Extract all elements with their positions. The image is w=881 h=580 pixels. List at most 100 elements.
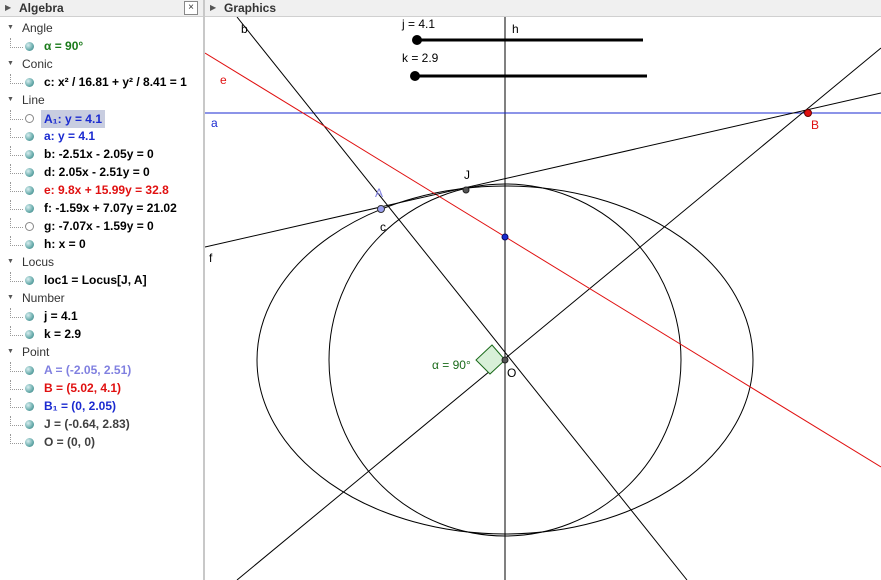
line-d[interactable]	[236, 47, 881, 580]
algebra-item[interactable]: h: x = 0	[0, 236, 203, 254]
algebra-item[interactable]: d: 2.05x - 2.51y = 0	[0, 164, 203, 182]
visibility-toggle-icon[interactable]	[25, 168, 34, 177]
algebra-item-text[interactable]: J = (-0.64, 2.83)	[44, 417, 130, 431]
algebra-item[interactable]: a: y = 4.1	[0, 128, 203, 146]
group-conic[interactable]: ▼ Conic	[0, 56, 203, 74]
group-point[interactable]: ▼ Point	[0, 344, 203, 362]
label-h: h	[512, 22, 519, 36]
tree-connector	[10, 128, 23, 138]
visibility-toggle-icon[interactable]	[25, 384, 34, 393]
line-f[interactable]	[205, 92, 881, 248]
algebra-item[interactable]: c: x² / 16.81 + y² / 8.41 = 1	[0, 74, 203, 92]
tree-connector	[10, 380, 23, 390]
algebra-item-text[interactable]: e: 9.8x + 15.99y = 32.8	[44, 183, 169, 197]
point-A[interactable]	[377, 205, 385, 213]
slider-j-knob[interactable]	[412, 35, 422, 45]
point-B1[interactable]	[501, 233, 509, 241]
visibility-toggle-icon[interactable]	[25, 402, 34, 411]
group-number[interactable]: ▼ Number	[0, 290, 203, 308]
visibility-toggle-icon[interactable]	[25, 132, 34, 141]
tree-connector	[10, 362, 23, 372]
visibility-toggle-icon[interactable]	[25, 438, 34, 447]
algebra-item[interactable]: α = 90°	[0, 38, 203, 56]
algebra-item-text[interactable]: O = (0, 0)	[44, 435, 95, 449]
algebra-item[interactable]: e: 9.8x + 15.99y = 32.8	[0, 182, 203, 200]
algebra-item[interactable]: k = 2.9	[0, 326, 203, 344]
graphics-view[interactable]: ▶ Graphics j = 4.1 k = 2.9 b h e a B A J…	[205, 0, 881, 580]
algebra-item[interactable]: J = (-0.64, 2.83)	[0, 416, 203, 434]
algebra-item-text[interactable]: B₁ = (0, 2.05)	[44, 399, 116, 413]
algebra-item-text[interactable]: c: x² / 16.81 + y² / 8.41 = 1	[44, 75, 187, 89]
expand-triangle-icon[interactable]: ▼	[7, 348, 14, 355]
visibility-toggle-icon[interactable]	[25, 150, 34, 159]
algebra-item-text[interactable]: g: -7.07x - 1.59y = 0	[44, 219, 154, 233]
line-b[interactable]	[236, 17, 688, 580]
algebra-item-text[interactable]: A₁: y = 4.1	[41, 110, 105, 128]
algebra-item-text[interactable]: h: x = 0	[44, 237, 86, 251]
algebra-item[interactable]: O = (0, 0)	[0, 434, 203, 452]
label-B: B	[811, 118, 819, 132]
visibility-toggle-icon[interactable]	[25, 420, 34, 429]
right-angle-marker[interactable]	[475, 344, 506, 375]
visibility-toggle-icon[interactable]	[25, 240, 34, 249]
tree-connector	[10, 110, 23, 120]
group-angle[interactable]: ▼ Angle	[0, 20, 203, 38]
algebra-item-text[interactable]: A = (-2.05, 2.51)	[44, 363, 131, 377]
group-label: Line	[22, 93, 45, 107]
algebra-item[interactable]: A = (-2.05, 2.51)	[0, 362, 203, 380]
graphics-title: Graphics	[224, 1, 277, 15]
visibility-toggle-icon[interactable]	[25, 42, 34, 51]
tree-connector	[10, 218, 23, 228]
graphics-canvas[interactable]: j = 4.1 k = 2.9 b h e a B A J c f O α = …	[205, 17, 881, 580]
slider-k-knob[interactable]	[410, 71, 420, 81]
group-line[interactable]: ▼ Line	[0, 92, 203, 110]
algebra-item[interactable]: B = (5.02, 4.1)	[0, 380, 203, 398]
expand-triangle-icon[interactable]: ▼	[7, 258, 14, 265]
slider-k-label: k = 2.9	[402, 51, 439, 65]
algebra-item[interactable]: A₁: y = 4.1	[0, 110, 203, 128]
point-J[interactable]	[462, 186, 470, 194]
algebra-item[interactable]: g: -7.07x - 1.59y = 0	[0, 218, 203, 236]
tree-connector	[10, 398, 23, 408]
visibility-toggle-icon[interactable]	[25, 366, 34, 375]
expand-triangle-icon[interactable]: ▼	[7, 96, 14, 103]
group-locus[interactable]: ▼ Locus	[0, 254, 203, 272]
algebra-item[interactable]: j = 4.1	[0, 308, 203, 326]
tree-connector	[10, 74, 23, 84]
algebra-view: ▶ Algebra × ▼ Angle α = 90° ▼ Conic c: x² / 1…	[0, 0, 203, 580]
line-e[interactable]	[205, 52, 881, 468]
collapse-triangle-icon[interactable]: ▶	[210, 3, 216, 12]
visibility-toggle-icon[interactable]	[25, 186, 34, 195]
point-O[interactable]	[501, 356, 509, 364]
group-label: Locus	[22, 255, 55, 269]
visibility-toggle-icon[interactable]	[25, 222, 34, 231]
label-alpha: α = 90°	[432, 358, 471, 372]
algebra-item[interactable]: loc1 = Locus[J, A]	[0, 272, 203, 290]
algebra-item-text[interactable]: f: -1.59x + 7.07y = 21.02	[44, 201, 177, 215]
algebra-item-text[interactable]: k = 2.9	[44, 327, 81, 341]
algebra-item-text[interactable]: j = 4.1	[44, 309, 78, 323]
algebra-item-text[interactable]: b: -2.51x - 2.05y = 0	[44, 147, 154, 161]
algebra-item-text[interactable]: d: 2.05x - 2.51y = 0	[44, 165, 150, 179]
visibility-toggle-icon[interactable]	[25, 330, 34, 339]
expand-triangle-icon[interactable]: ▼	[7, 294, 14, 301]
collapse-triangle-icon[interactable]: ▶	[5, 3, 11, 12]
algebra-item[interactable]: f: -1.59x + 7.07y = 21.02	[0, 200, 203, 218]
algebra-item-text[interactable]: α = 90°	[44, 39, 83, 53]
close-icon[interactable]: ×	[184, 1, 198, 15]
algebra-item-text[interactable]: a: y = 4.1	[44, 129, 95, 143]
visibility-toggle-icon[interactable]	[25, 276, 34, 285]
tree-connector	[10, 416, 23, 426]
algebra-item-text[interactable]: B = (5.02, 4.1)	[44, 381, 121, 395]
expand-triangle-icon[interactable]: ▼	[7, 24, 14, 31]
algebra-item[interactable]: b: -2.51x - 2.05y = 0	[0, 146, 203, 164]
expand-triangle-icon[interactable]: ▼	[7, 60, 14, 67]
visibility-toggle-icon[interactable]	[25, 312, 34, 321]
algebra-item[interactable]: B₁ = (0, 2.05)	[0, 398, 203, 416]
visibility-toggle-icon[interactable]	[25, 114, 34, 123]
point-B[interactable]	[804, 109, 812, 117]
visibility-toggle-icon[interactable]	[25, 204, 34, 213]
visibility-toggle-icon[interactable]	[25, 78, 34, 87]
algebra-title: Algebra	[19, 1, 64, 15]
algebra-item-text[interactable]: loc1 = Locus[J, A]	[44, 273, 147, 287]
